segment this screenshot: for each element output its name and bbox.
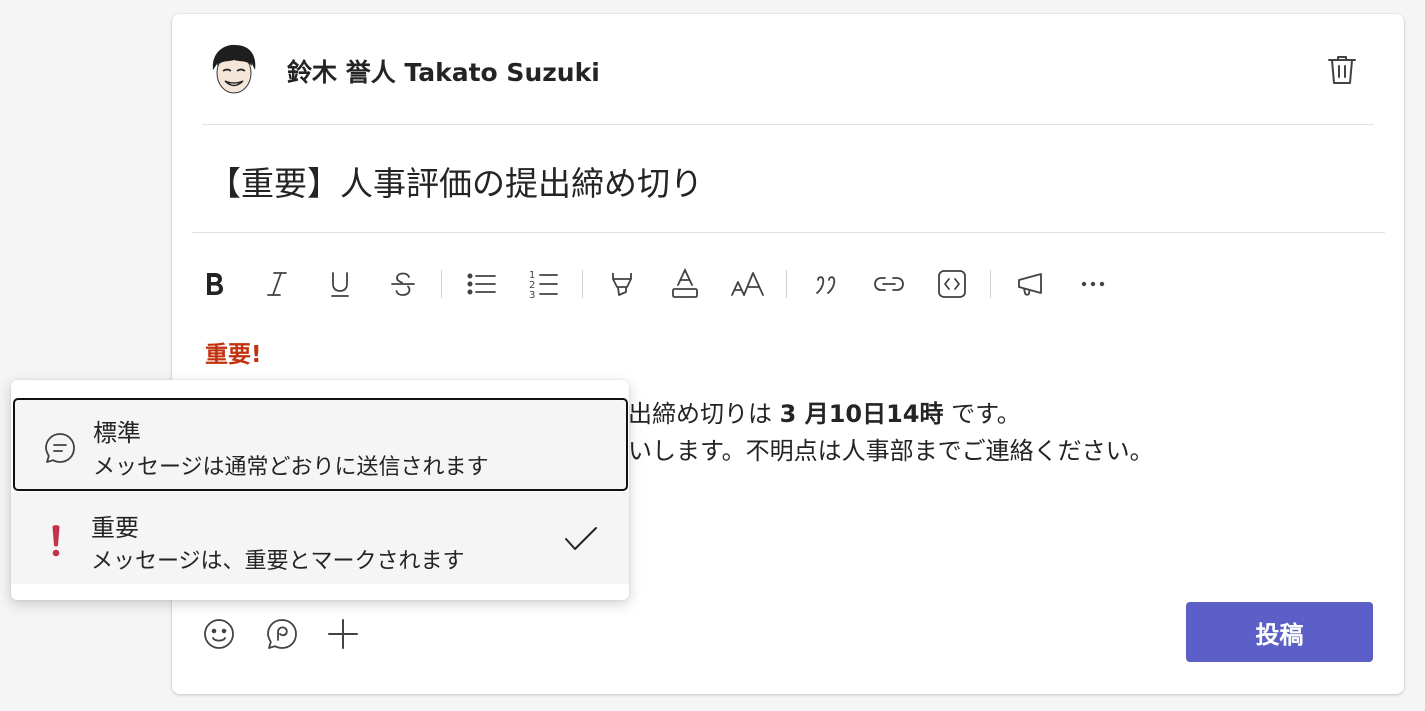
option-title: 標準 — [93, 419, 141, 447]
checkmark-icon — [563, 525, 599, 557]
announcement-icon[interactable] — [1009, 262, 1053, 306]
importance-option-important[interactable]: 重要 メッセージは、重要とマークされます — [11, 492, 629, 584]
emoji-icon[interactable] — [199, 614, 239, 654]
strikethrough-icon[interactable] — [381, 262, 425, 306]
message-text: です。 — [951, 400, 1021, 428]
toolbar-divider — [441, 270, 442, 298]
post-button[interactable]: 投稿 — [1186, 602, 1373, 662]
chat-icon — [43, 431, 77, 469]
option-title: 重要 — [91, 514, 139, 542]
bold-icon[interactable] — [192, 262, 236, 306]
toolbar-divider — [582, 270, 583, 298]
quote-icon[interactable] — [805, 262, 849, 306]
delete-icon[interactable] — [1324, 52, 1360, 88]
exclamation-icon — [49, 524, 63, 562]
message-line-1: 出締め切りは 3 月10日14時 です。 — [628, 394, 1021, 429]
toolbar-divider — [990, 270, 991, 298]
author-name: 鈴木 誉人 Takato Suzuki — [287, 58, 600, 87]
toolbar-divider — [786, 270, 787, 298]
code-snippet-icon[interactable] — [930, 262, 974, 306]
more-icon[interactable] — [1071, 262, 1115, 306]
importance-label: 重要! — [205, 342, 262, 368]
avatar — [205, 40, 263, 98]
option-description: メッセージは通常どおりに送信されます — [93, 455, 489, 480]
importance-option-standard[interactable]: 標準 メッセージは通常どおりに送信されます — [13, 398, 628, 491]
font-size-icon[interactable] — [726, 262, 770, 306]
plus-icon[interactable] — [323, 614, 363, 654]
underline-icon[interactable] — [318, 262, 362, 306]
divider — [202, 124, 1374, 125]
message-line-2: いします。不明点は人事部までご連絡ください。 — [628, 437, 1154, 465]
link-icon[interactable] — [867, 262, 911, 306]
loop-icon[interactable] — [262, 614, 302, 654]
font-color-icon[interactable] — [663, 262, 707, 306]
highlight-icon[interactable] — [600, 262, 644, 306]
numbered-list-icon[interactable]: 123 — [521, 262, 565, 306]
deadline-text: 3 月10日14時 — [779, 400, 944, 428]
message-text: 出締め切りは — [628, 400, 772, 428]
subject-field[interactable]: 【重要】人事評価の提出締め切り — [208, 157, 703, 205]
bullet-list-icon[interactable] — [459, 262, 503, 306]
svg-text:3: 3 — [529, 290, 535, 301]
divider — [192, 232, 1385, 233]
importance-menu: 標準 メッセージは通常どおりに送信されます 重要 メッセージは、重要とマークされ… — [11, 380, 629, 600]
option-description: メッセージは、重要とマークされます — [91, 549, 465, 574]
italic-icon[interactable] — [255, 262, 299, 306]
